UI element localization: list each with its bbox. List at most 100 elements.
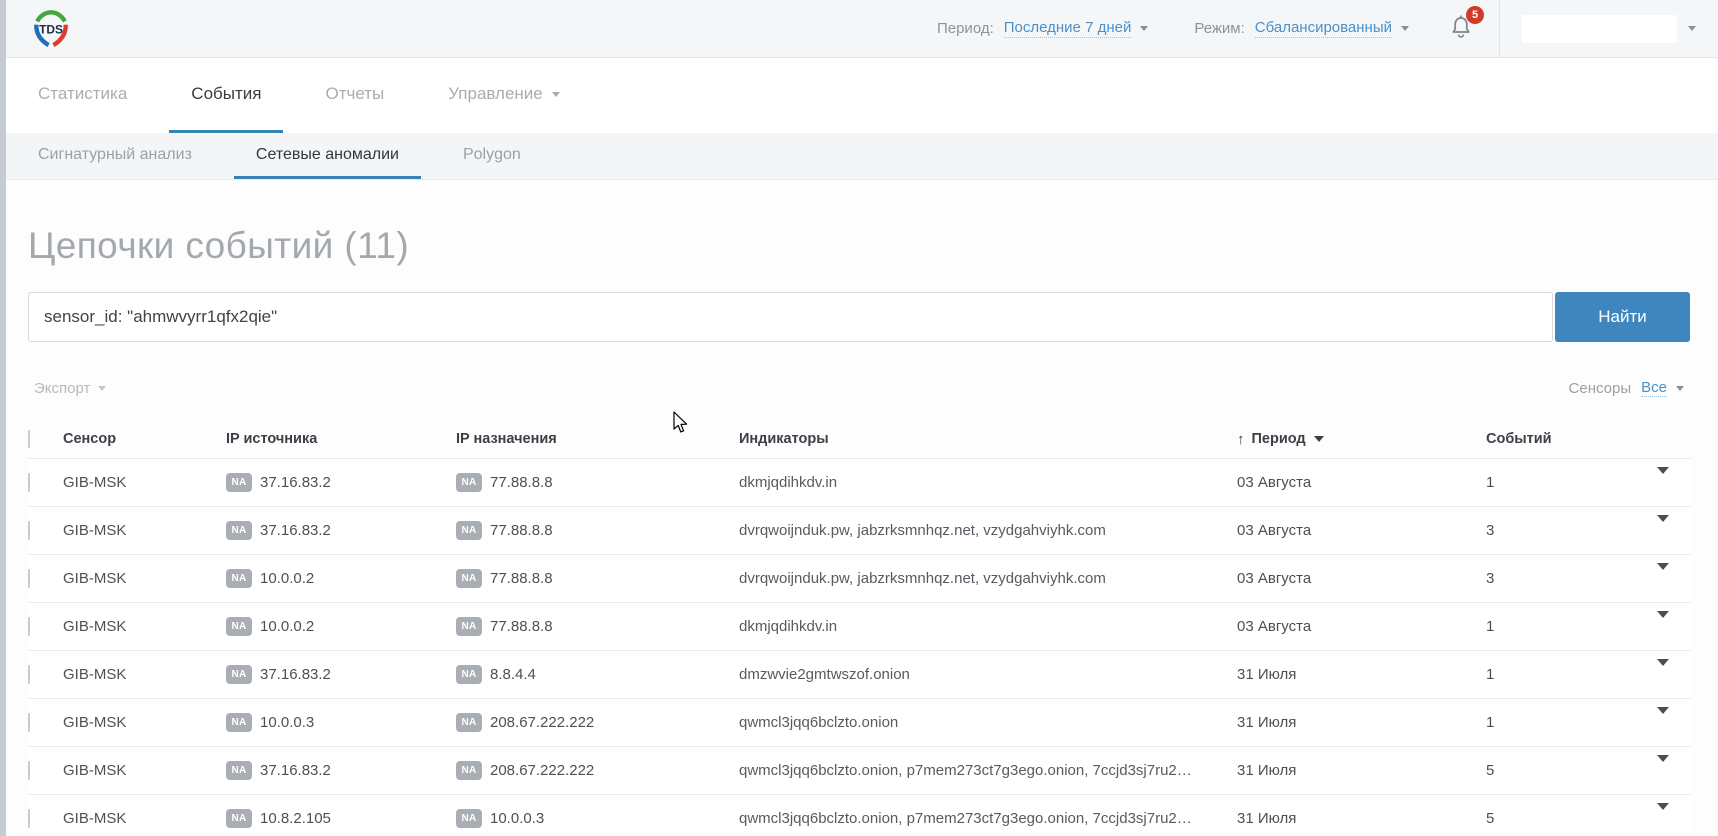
search-bar: Найти — [28, 292, 1690, 342]
table-toolbar: Экспорт Сенсоры Все — [28, 378, 1690, 398]
column-header-dst-ip: IP назначения — [456, 431, 739, 447]
chevron-down-icon — [1314, 436, 1324, 442]
na-badge: NA — [456, 521, 482, 540]
na-badge: NA — [226, 569, 252, 588]
indicators-cell: dmzwvie2gmtwszof.onion — [739, 666, 1237, 683]
events-count-cell: 1 — [1486, 618, 1641, 635]
sub-nav-tab-0[interactable]: Сигнатурный анализ — [16, 133, 214, 179]
sensor-cell: GIB-MSK — [63, 522, 226, 539]
na-badge: NA — [226, 521, 252, 540]
indicators-cell: dvrqwoijnduk.pw, jabzrksmnhqz.net, vzydg… — [739, 522, 1237, 539]
chevron-down-icon[interactable] — [1401, 26, 1409, 31]
table-row[interactable]: GIB-MSKNA37.16.83.2NA77.88.8.8dvrqwoijnd… — [28, 506, 1691, 554]
row-checkbox[interactable] — [28, 473, 30, 492]
dst-ip-value: 77.88.8.8 — [490, 618, 553, 635]
table-header-row: Сенсор IP источника IP назначения Индика… — [28, 420, 1691, 458]
select-all-checkbox[interactable] — [28, 430, 30, 448]
mode-value-dropdown[interactable]: Сбалансированный — [1255, 19, 1392, 38]
events-count-cell: 1 — [1486, 714, 1641, 731]
notifications-count-badge: 5 — [1466, 6, 1484, 24]
table-row[interactable]: GIB-MSKNA10.0.0.2NA77.88.8.8dkmjqdihkdv.… — [28, 602, 1691, 650]
search-button[interactable]: Найти — [1555, 292, 1690, 342]
dst-ip-cell: NA 8.8.4.4 — [456, 665, 739, 684]
sensor-cell: GIB-MSK — [63, 810, 226, 827]
chevron-down-icon[interactable] — [1688, 26, 1696, 31]
chevron-down-icon[interactable] — [1140, 26, 1148, 31]
main-content: Цепочки событий (11) Найти Экспорт Сенсо… — [0, 222, 1718, 836]
nav-tab-3[interactable]: Управление — [426, 58, 582, 133]
table-row[interactable]: GIB-MSKNA10.8.2.105NA10.0.0.3qwmcl3jqq6b… — [28, 794, 1691, 836]
dst-ip-value: 8.8.4.4 — [490, 666, 536, 683]
sensor-cell: GIB-MSK — [63, 762, 226, 779]
expand-row-icon[interactable] — [1657, 659, 1669, 683]
period-cell: 31 Июля — [1237, 762, 1486, 779]
nav-tab-1[interactable]: События — [169, 58, 283, 133]
row-checkbox[interactable] — [28, 761, 30, 780]
table-row[interactable]: GIB-MSKNA10.0.0.3NA208.67.222.222qwmcl3j… — [28, 698, 1691, 746]
row-checkbox[interactable] — [28, 617, 30, 636]
sub-nav-tab-2[interactable]: Polygon — [441, 133, 543, 179]
table-row[interactable]: GIB-MSKNA10.0.0.2NA77.88.8.8dvrqwoijnduk… — [28, 554, 1691, 602]
row-checkbox[interactable] — [28, 665, 30, 684]
src-ip-value: 37.16.83.2 — [260, 666, 331, 683]
expand-row-icon[interactable] — [1657, 755, 1669, 779]
period-cell: 31 Июля — [1237, 810, 1486, 827]
top-header: TDS Период: Последние 7 дней Режим: Сбал… — [0, 0, 1718, 58]
table-row[interactable]: GIB-MSKNA37.16.83.2NA8.8.4.4dmzwvie2gmtw… — [28, 650, 1691, 698]
main-nav: Статистика События Отчеты Управление — [0, 58, 1718, 133]
src-ip-cell: NA 37.16.83.2 — [226, 521, 456, 540]
user-menu[interactable] — [1522, 15, 1677, 43]
top-controls: Период: Последние 7 дней Режим: Сбаланси… — [937, 0, 1696, 57]
row-checkbox[interactable] — [28, 521, 30, 540]
sub-nav-tab-label: Сетевые аномалии — [256, 146, 399, 164]
period-value-dropdown[interactable]: Последние 7 дней — [1004, 19, 1132, 38]
dst-ip-cell: NA208.67.222.222 — [456, 761, 739, 780]
indicators-cell: qwmcl3jqq6bclzto.onion — [739, 714, 1237, 731]
events-count-cell: 1 — [1486, 666, 1641, 683]
column-header-indicators: Индикаторы — [739, 431, 1237, 447]
src-ip-value: 10.0.0.3 — [260, 714, 314, 731]
na-badge: NA — [456, 473, 482, 492]
notifications-button[interactable]: 5 — [1449, 13, 1473, 45]
period-label: Период: — [937, 20, 994, 37]
column-header-events: Событий — [1486, 431, 1641, 447]
search-input[interactable] — [28, 292, 1553, 342]
expand-row-icon[interactable] — [1657, 707, 1669, 731]
expand-row-icon[interactable] — [1657, 563, 1669, 587]
sub-nav: Сигнатурный анализ Сетевые аномалии Polygo… — [0, 133, 1718, 180]
expand-row-icon[interactable] — [1657, 467, 1669, 491]
na-badge: NA — [456, 665, 482, 684]
src-ip-value: 10.8.2.105 — [260, 810, 331, 827]
indicators-cell: dkmjqdihkdv.in — [739, 618, 1237, 635]
sensors-value-dropdown[interactable]: Все — [1641, 379, 1667, 397]
src-ip-value: 37.16.83.2 — [260, 522, 331, 539]
sub-nav-tab-1[interactable]: Сетевые аномалии — [234, 133, 421, 179]
period-cell: 03 Августа — [1237, 474, 1486, 491]
sensor-cell: GIB-MSK — [63, 618, 226, 635]
na-badge: NA — [226, 665, 252, 684]
tds-logo-icon: TDS — [30, 8, 72, 50]
expand-row-icon[interactable] — [1657, 515, 1669, 539]
chevron-down-icon[interactable] — [1676, 386, 1684, 391]
event-chains-table: Сенсор IP источника IP назначения Индика… — [28, 420, 1691, 836]
row-checkbox[interactable] — [28, 569, 30, 588]
page-title: Цепочки событий (11) — [28, 222, 1690, 270]
nav-tab-0[interactable]: Статистика — [16, 58, 149, 133]
expand-row-icon[interactable] — [1657, 803, 1669, 827]
dst-ip-cell: NA77.88.8.8 — [456, 473, 739, 492]
events-count-cell: 3 — [1486, 570, 1641, 587]
nav-tab-2[interactable]: Отчеты — [303, 58, 406, 133]
expand-row-icon[interactable] — [1657, 611, 1669, 635]
column-header-period-sort[interactable]: ↑ Период — [1237, 431, 1486, 448]
row-checkbox[interactable] — [28, 713, 30, 732]
row-checkbox[interactable] — [28, 809, 30, 828]
tds-logo[interactable]: TDS — [30, 8, 72, 50]
table-row[interactable]: GIB-MSKNA37.16.83.2NA208.67.222.222qwmcl… — [28, 746, 1691, 794]
left-scrollbar[interactable] — [0, 0, 6, 836]
src-ip-cell: NA10.0.0.2 — [226, 569, 456, 588]
na-badge: NA — [456, 809, 482, 828]
sensors-filter: Сенсоры Все — [1569, 379, 1684, 397]
period-cell: 31 Июля — [1237, 666, 1486, 683]
table-row[interactable]: GIB-MSKNA37.16.83.2NA77.88.8.8dkmjqdihkd… — [28, 458, 1691, 506]
export-dropdown[interactable]: Экспорт — [34, 380, 106, 397]
